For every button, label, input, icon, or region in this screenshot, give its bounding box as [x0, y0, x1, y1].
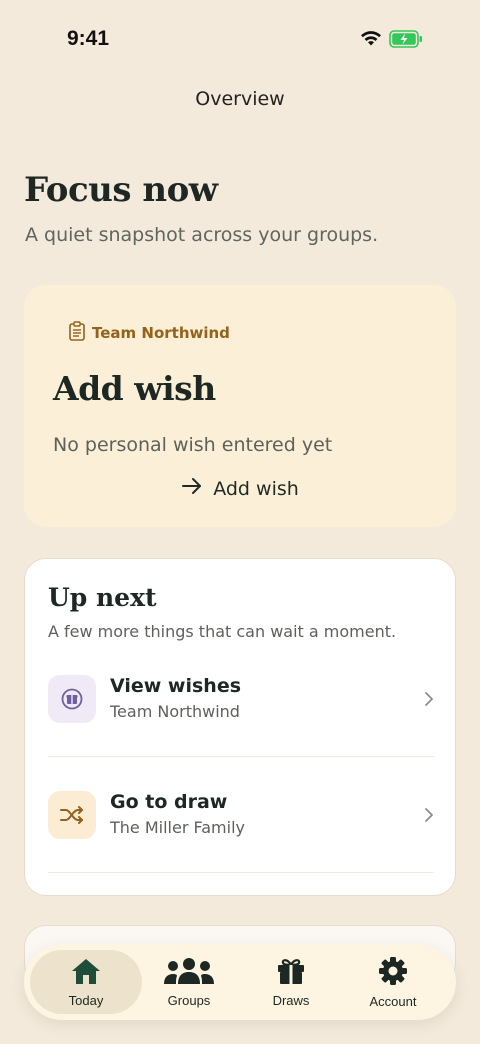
- battery-icon: [389, 30, 423, 52]
- tab-bar: Today Groups Draws Account: [24, 944, 456, 1020]
- list-item-go-to-draw[interactable]: Go to draw The Miller Family: [48, 757, 434, 873]
- gift-icon: [276, 957, 306, 989]
- tab-label: Groups: [167, 992, 211, 1008]
- tab-label: Account: [369, 993, 417, 1009]
- focus-card: Team Northwind Add wish No personal wish…: [24, 285, 456, 527]
- add-wish-label: Add wish: [213, 477, 299, 500]
- gear-icon: [378, 956, 408, 990]
- list-item-subtitle: Team Northwind: [110, 702, 240, 721]
- status-time: 9:41: [67, 27, 110, 50]
- status-bar: 9:41: [0, 0, 480, 72]
- shuffle-icon: [48, 791, 96, 839]
- up-next-card: Up next A few more things that can wait …: [24, 558, 456, 896]
- tab-groups[interactable]: Groups: [133, 950, 245, 1014]
- tab-today[interactable]: Today: [30, 950, 142, 1014]
- up-next-subtitle: A few more things that can wait a moment…: [48, 622, 397, 641]
- tab-label: Draws: [272, 992, 310, 1008]
- page-subtitle: A quiet snapshot across your groups.: [25, 224, 379, 246]
- home-icon: [70, 957, 102, 989]
- tab-account[interactable]: Account: [337, 950, 449, 1014]
- gift-circle-icon: [48, 675, 96, 723]
- up-next-title: Up next: [48, 583, 157, 612]
- list-item-view-wishes[interactable]: View wishes Team Northwind: [48, 641, 434, 757]
- chevron-right-icon: [424, 691, 434, 711]
- focus-group-name: Team Northwind: [92, 324, 230, 342]
- list-item-title: View wishes: [110, 675, 242, 697]
- focus-description: No personal wish entered yet: [53, 434, 333, 456]
- focus-group-label: Team Northwind: [68, 321, 230, 345]
- chevron-right-icon: [424, 807, 434, 827]
- tab-draws[interactable]: Draws: [235, 950, 347, 1014]
- arrow-right-icon: [181, 477, 213, 500]
- focus-title: Add wish: [53, 369, 216, 408]
- list-item-subtitle: The Miller Family: [110, 818, 245, 837]
- list-item-title: Go to draw: [110, 791, 228, 813]
- people-icon: [163, 957, 215, 989]
- tab-label: Today: [68, 992, 104, 1008]
- page-title: Focus now: [24, 170, 218, 210]
- clipboard-icon: [68, 321, 92, 345]
- nav-title: Overview: [195, 88, 285, 110]
- add-wish-button[interactable]: Add wish: [24, 477, 456, 500]
- wifi-icon: [360, 30, 382, 51]
